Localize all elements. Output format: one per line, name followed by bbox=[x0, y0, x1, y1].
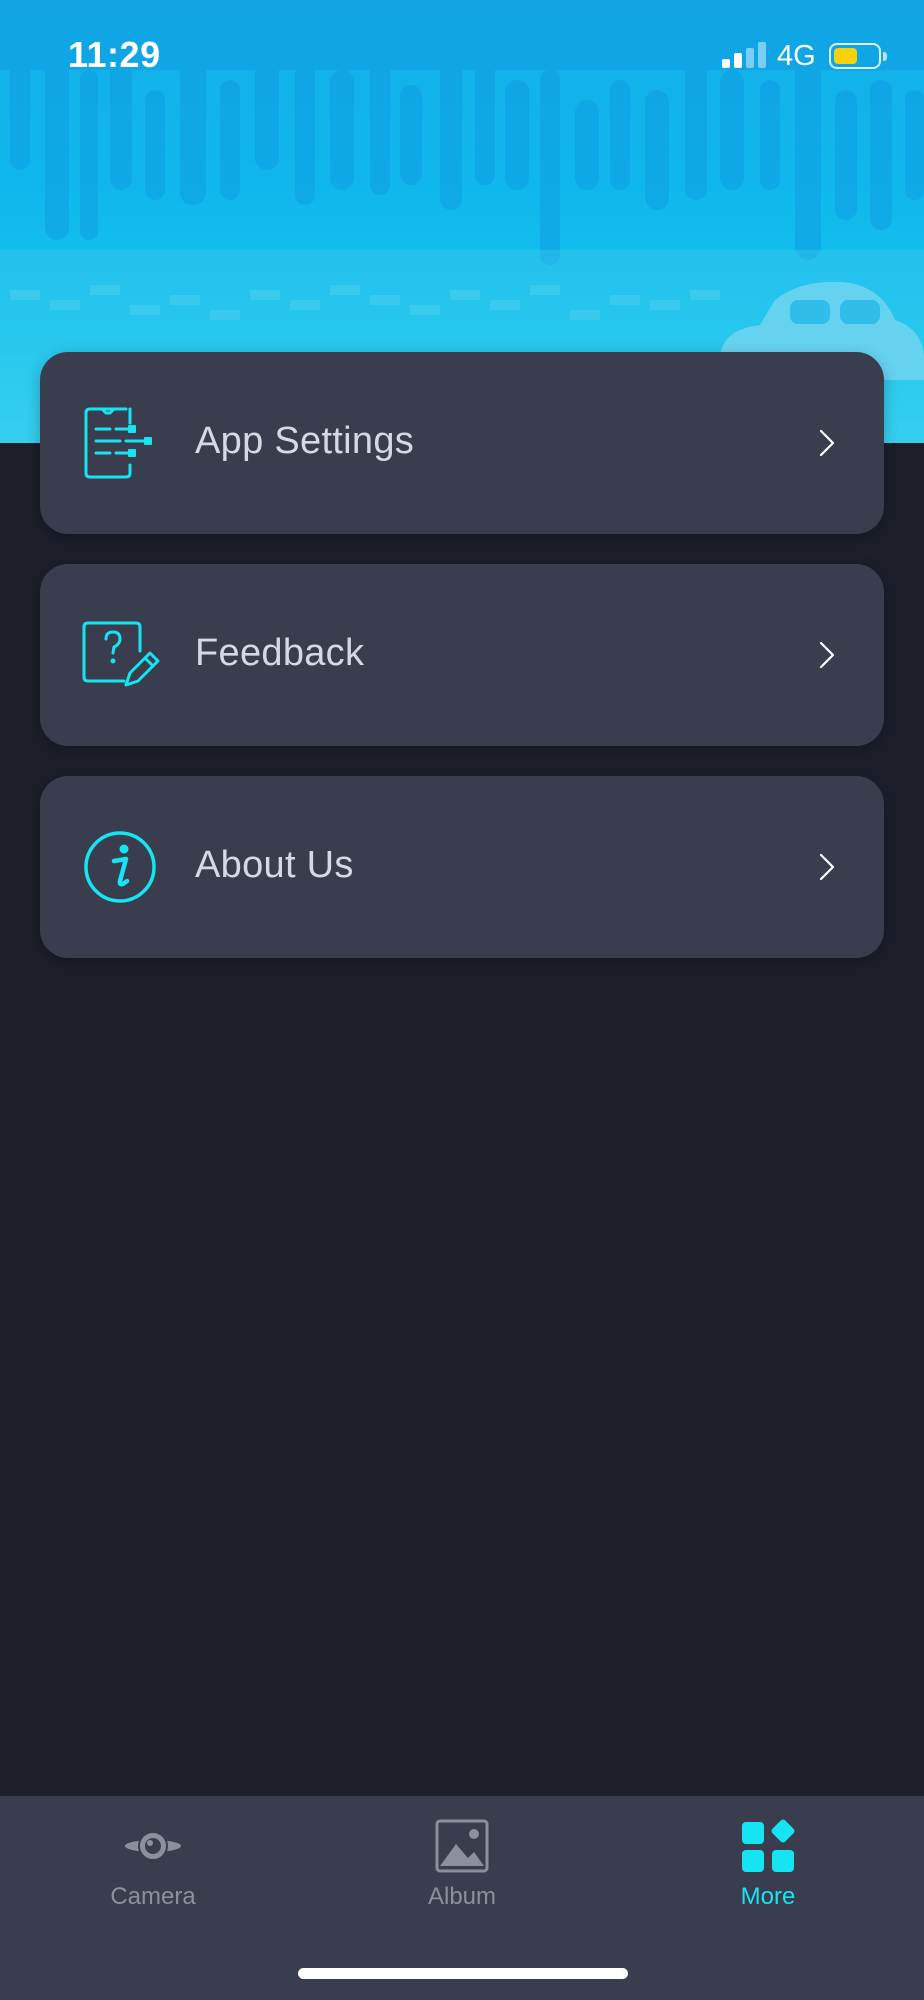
network-type: 4G bbox=[777, 40, 816, 72]
feedback-edit-icon bbox=[82, 621, 160, 687]
tab-label: Album bbox=[427, 1883, 497, 1910]
menu-item-label: App Settings bbox=[195, 420, 415, 462]
chevron-right-icon bbox=[819, 853, 835, 881]
apps-grid-icon bbox=[742, 1819, 795, 1872]
more-screen: 11:29 4G App Settings Feedback About Us … bbox=[0, 0, 924, 2000]
settings-document-icon bbox=[84, 407, 152, 479]
signal-strength-icon bbox=[722, 42, 768, 68]
menu-item-app-settings[interactable]: App Settings bbox=[40, 352, 884, 534]
battery-level bbox=[834, 48, 857, 64]
tab-label: Camera bbox=[110, 1883, 196, 1910]
image-icon bbox=[435, 1819, 489, 1873]
status-time: 11:29 bbox=[68, 34, 161, 75]
more-menu: App Settings Feedback About Us bbox=[40, 352, 884, 988]
chevron-right-icon bbox=[819, 641, 835, 669]
info-circle-icon bbox=[84, 831, 156, 903]
tab-label: More bbox=[740, 1883, 796, 1910]
battery-icon bbox=[829, 43, 887, 69]
tab-album[interactable]: Album bbox=[362, 1796, 562, 1926]
status-bar: 11:29 4G bbox=[0, 0, 924, 110]
menu-item-feedback[interactable]: Feedback bbox=[40, 564, 884, 746]
home-indicator bbox=[298, 1968, 628, 1979]
tab-more[interactable]: More bbox=[668, 1796, 868, 1926]
dashcam-icon bbox=[125, 1831, 181, 1861]
menu-item-label: About Us bbox=[195, 844, 354, 886]
menu-item-about-us[interactable]: About Us bbox=[40, 776, 884, 958]
tab-camera[interactable]: Camera bbox=[53, 1796, 253, 1926]
menu-item-label: Feedback bbox=[195, 632, 365, 674]
chevron-right-icon bbox=[819, 429, 835, 457]
